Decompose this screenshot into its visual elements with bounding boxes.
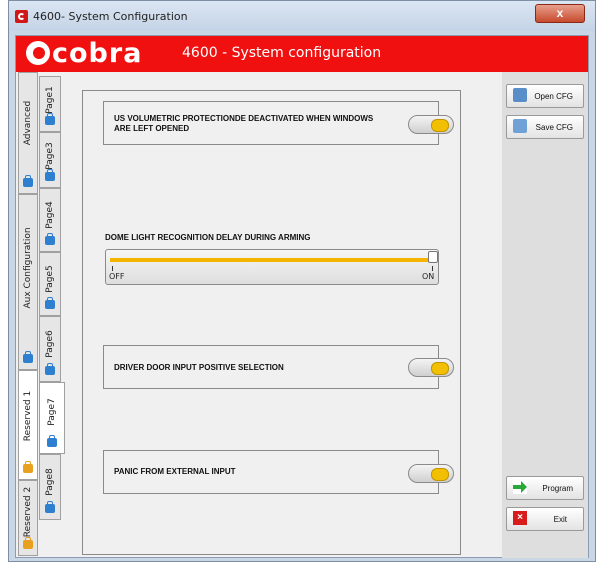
tab-page5-label: Page5 xyxy=(45,265,55,293)
slider-min-label: OFF xyxy=(109,272,125,281)
tab-aux-configuration-label: Aux Configuration xyxy=(23,227,33,309)
slider-max-label: ON xyxy=(422,272,435,281)
slider-tick-max xyxy=(432,266,433,271)
dome-light-slider[interactable]: OFF ON xyxy=(105,249,439,285)
tab-reserved-2-label: Reserved 2 xyxy=(23,486,33,538)
page-title: 4600 - System configuration xyxy=(182,45,382,61)
folder-open-icon xyxy=(513,88,527,102)
program-label: Program xyxy=(542,484,573,493)
tab-page7[interactable]: Page7 xyxy=(39,382,65,454)
suitcase-icon xyxy=(45,169,55,181)
tab-page5[interactable]: Page5 xyxy=(39,252,61,316)
option-driver-door-label: DRIVER DOOR INPUT POSITIVE SELECTION xyxy=(114,363,284,372)
option-panic-label: PANIC FROM EXTERNAL INPUT xyxy=(114,467,236,476)
exit-button[interactable]: × Exit xyxy=(506,507,584,531)
tab-page1-label: Page1 xyxy=(45,85,55,114)
app-window: 4600- System Configuration x cobra 4600 … xyxy=(8,0,596,562)
slider-track xyxy=(110,258,436,262)
tab-page8[interactable]: Page8 xyxy=(39,454,61,520)
header-bar: cobra 4600 - System configuration xyxy=(16,36,588,72)
options-panel: US VOLUMETRIC PROTECTIONDE DEACTIVATED W… xyxy=(82,90,461,555)
suitcase-icon xyxy=(23,175,33,187)
tab-advanced-label: Advanced xyxy=(23,101,33,146)
option-driver-door: DRIVER DOOR INPUT POSITIVE SELECTION xyxy=(103,345,454,389)
suitcase-icon xyxy=(45,233,55,245)
tab-reserved-1[interactable]: Reserved 1 xyxy=(18,370,38,480)
open-cfg-button[interactable]: Open CFG xyxy=(506,84,584,108)
open-cfg-label: Open CFG xyxy=(534,92,573,101)
suitcase-icon xyxy=(45,113,55,125)
exit-icon: × xyxy=(513,511,527,525)
tab-page4[interactable]: Page4 xyxy=(39,188,61,252)
panic-toggle[interactable] xyxy=(408,464,454,483)
option-us-volumetric-label: US VOLUMETRIC PROTECTIONDE DEACTIVATED W… xyxy=(114,114,374,133)
actions-panel: Open CFG Save CFG Program × Exit xyxy=(502,72,588,558)
suitcase-icon xyxy=(47,435,57,447)
suitcase-icon xyxy=(45,363,55,375)
lock-icon xyxy=(23,461,33,473)
slider-tick-min xyxy=(112,266,113,271)
program-button[interactable]: Program xyxy=(506,476,584,500)
tab-advanced[interactable]: Advanced xyxy=(18,72,38,194)
driver-door-toggle[interactable] xyxy=(408,358,454,377)
save-cfg-button[interactable]: Save CFG xyxy=(506,115,584,139)
cobra-logo-icon xyxy=(26,41,50,65)
suitcase-icon xyxy=(45,297,55,309)
suitcase-icon xyxy=(45,501,55,513)
tab-page3[interactable]: Page3 xyxy=(39,132,61,188)
us-volumetric-toggle[interactable] xyxy=(408,115,454,134)
tab-page6[interactable]: Page6 xyxy=(39,316,61,382)
client-area: cobra 4600 - System configuration Advanc… xyxy=(15,35,589,558)
title-bar: 4600- System Configuration x xyxy=(9,1,595,31)
tab-page7-label: Page7 xyxy=(47,398,57,427)
save-icon xyxy=(513,119,527,133)
tab-page3-label: Page3 xyxy=(45,141,55,170)
close-button[interactable]: x xyxy=(535,4,585,23)
option-panic: PANIC FROM EXTERNAL INPUT xyxy=(103,450,454,494)
dome-light-label: DOME LIGHT RECOGNITION DELAY DURING ARMI… xyxy=(105,233,311,242)
option-us-volumetric: US VOLUMETRIC PROTECTIONDE DEACTIVATED W… xyxy=(103,101,454,145)
tab-reserved-1-label: Reserved 1 xyxy=(23,391,33,442)
cobra-logo-text: cobra xyxy=(52,38,143,69)
tab-strip: Advanced Aux Configuration Reserved 1 Re… xyxy=(18,72,68,556)
tab-page8-label: Page8 xyxy=(45,468,55,496)
arrow-right-icon xyxy=(513,480,527,494)
tab-aux-configuration[interactable]: Aux Configuration xyxy=(18,194,38,370)
tab-page4-label: Page4 xyxy=(45,201,55,229)
save-cfg-label: Save CFG xyxy=(535,123,573,132)
lock-icon xyxy=(23,537,33,549)
tab-page6-label: Page6 xyxy=(45,330,55,358)
tab-reserved-2[interactable]: Reserved 2 xyxy=(18,480,38,556)
window-title: 4600- System Configuration xyxy=(33,10,188,23)
suitcase-icon xyxy=(23,351,33,363)
slider-thumb[interactable] xyxy=(428,251,438,263)
exit-label: Exit xyxy=(553,515,567,524)
app-icon xyxy=(15,10,28,23)
tab-page1[interactable]: Page1 xyxy=(39,76,61,132)
